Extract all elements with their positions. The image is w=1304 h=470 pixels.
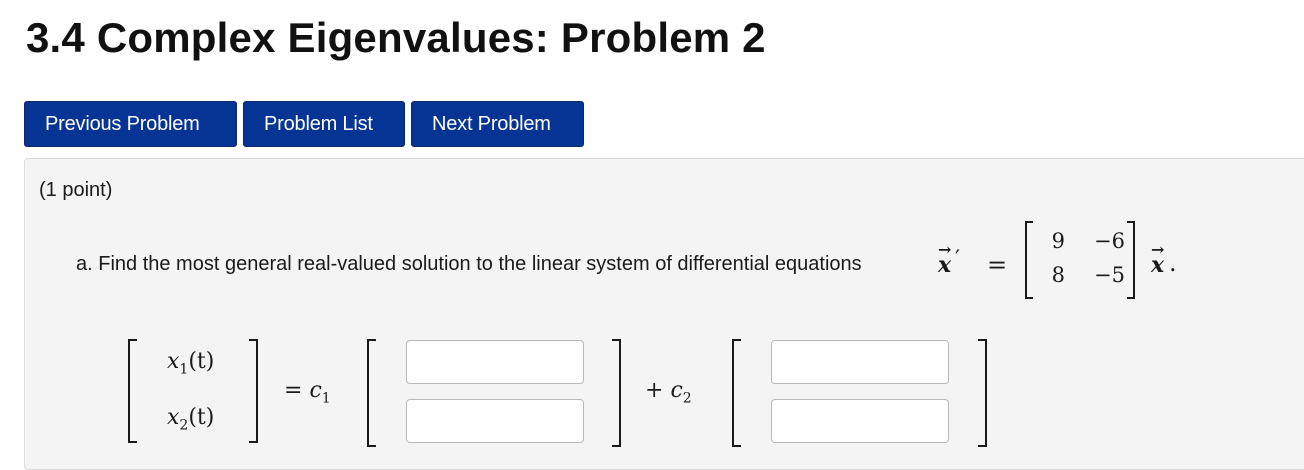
vector-arrow-icon: → <box>938 240 952 259</box>
page-title: 3.4 Complex Eigenvalues: Problem 2 <box>26 14 766 61</box>
matrix-cell: 9 <box>1051 229 1065 253</box>
vector-arrow-icon: → <box>1151 240 1165 259</box>
coefficient-matrix: 9 −6 8 −5 <box>1025 221 1135 299</box>
matrix-left-bracket <box>1025 221 1033 299</box>
matrix-cell: 8 <box>1051 263 1065 287</box>
c2-coefficient: + c2 <box>645 378 692 407</box>
matrix-right-bracket <box>1127 221 1135 299</box>
x2-of-t-label: x2(t) <box>167 405 215 434</box>
problem-navigation: Previous Problem Problem List Next Probl… <box>24 101 584 147</box>
prime-mark: ′ <box>955 247 960 272</box>
vector-x-symbol: → x <box>1151 240 1165 278</box>
vector1-right-bracket <box>612 339 621 447</box>
vector1-bottom-input[interactable] <box>406 399 584 443</box>
vector1-left-bracket <box>367 339 376 447</box>
matrix-cell: −5 <box>1094 263 1125 287</box>
vector2-left-bracket <box>732 339 741 447</box>
c1-coefficient: = c1 <box>284 378 331 407</box>
problem-panel: (1 point) a. Find the most general real-… <box>24 158 1304 470</box>
matrix-cell: −6 <box>1094 229 1125 253</box>
lhs-left-bracket <box>128 339 137 443</box>
vector2-top-input[interactable] <box>771 340 949 384</box>
lhs-right-bracket <box>249 339 258 443</box>
points-label: (1 point) <box>39 179 113 201</box>
next-problem-button[interactable]: Next Problem <box>411 101 584 147</box>
question-text: a. Find the most general real-valued sol… <box>76 253 862 275</box>
vector1-top-input[interactable] <box>406 340 584 384</box>
period: . <box>1169 249 1177 277</box>
x1-of-t-label: x1(t) <box>167 349 215 378</box>
vector-x-symbol: → x <box>938 240 952 278</box>
equals-sign: = <box>987 251 1008 279</box>
previous-problem-button[interactable]: Previous Problem <box>24 101 237 147</box>
problem-list-button[interactable]: Problem List <box>243 101 405 147</box>
vector2-right-bracket <box>978 339 987 447</box>
vector2-bottom-input[interactable] <box>771 399 949 443</box>
